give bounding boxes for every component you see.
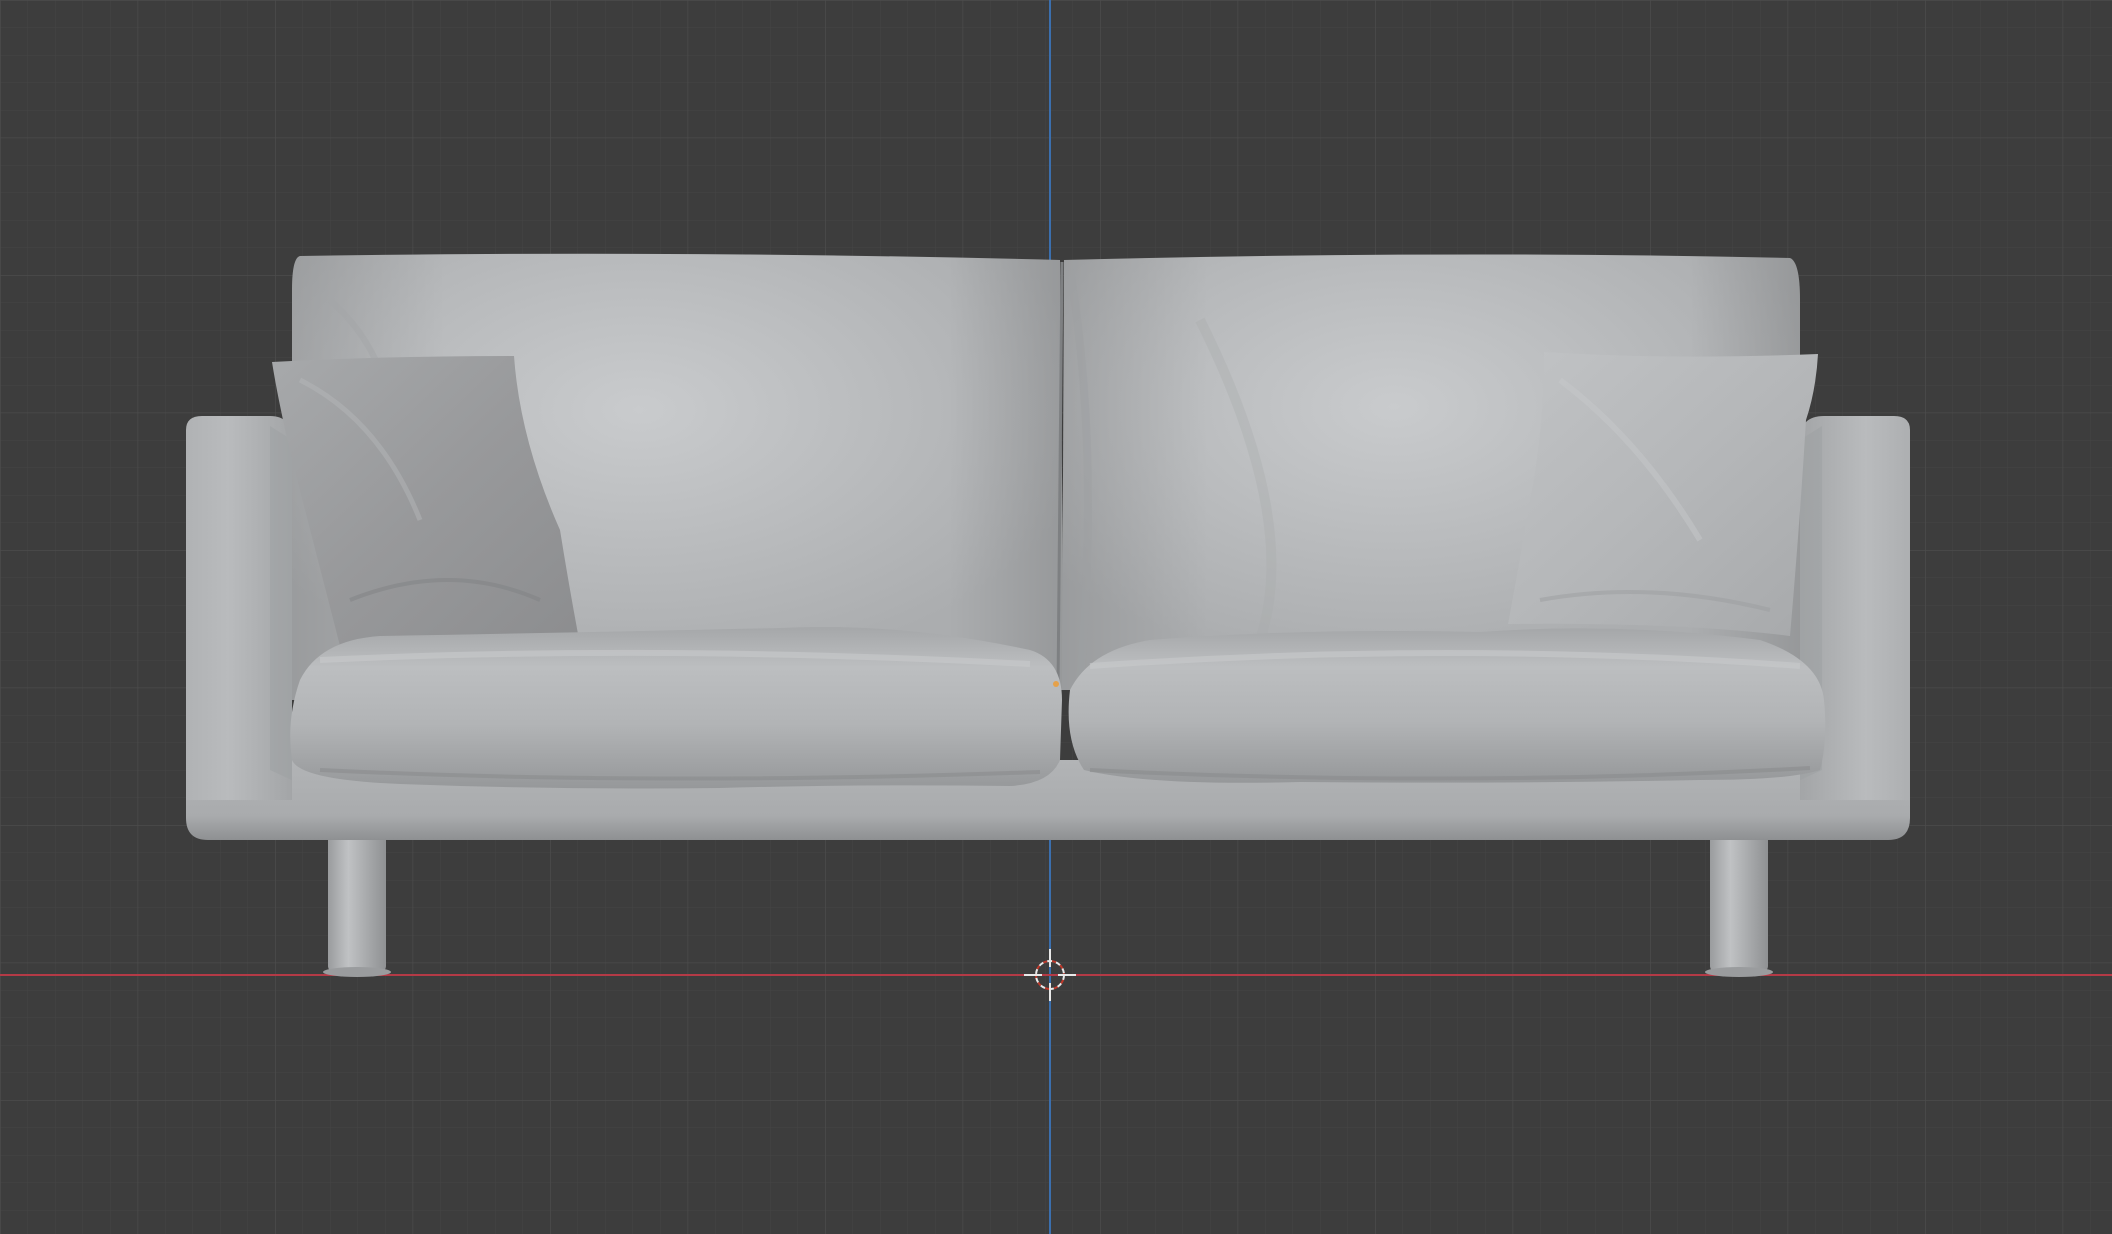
viewport-canvas[interactable] bbox=[0, 0, 2112, 1234]
3d-viewport[interactable] bbox=[0, 0, 2112, 1234]
right-leg[interactable] bbox=[1705, 830, 1773, 977]
right-seat-cushion[interactable] bbox=[1068, 628, 1826, 783]
left-armrest[interactable] bbox=[186, 416, 292, 800]
origin-dot-icon bbox=[1053, 681, 1059, 687]
right-throw-pillow[interactable] bbox=[1508, 352, 1818, 636]
left-seat-cushion[interactable] bbox=[290, 626, 1062, 789]
left-leg[interactable] bbox=[323, 830, 391, 977]
